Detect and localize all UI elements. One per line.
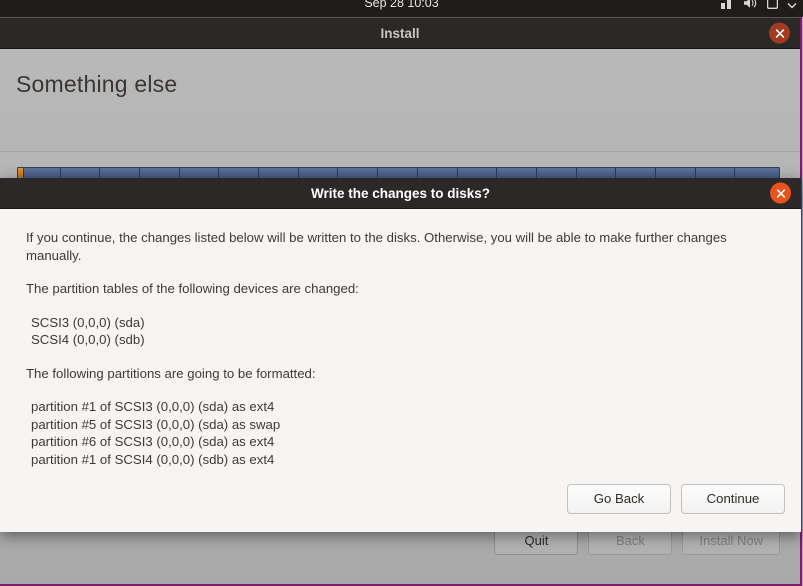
dialog-action-bar: Go Back Continue bbox=[0, 484, 801, 532]
screen: Sep 28 10:03 Install Something else Quit… bbox=[0, 0, 803, 586]
system-clock[interactable]: Sep 28 10:03 bbox=[0, 0, 803, 12]
partition-line: partition #1 of SCSI4 (0,0,0) (sdb) as e… bbox=[31, 451, 275, 467]
tables-heading: The partition tables of the following de… bbox=[26, 281, 359, 296]
dialog-title: Write the changes to disks? bbox=[310, 186, 491, 201]
dialog-body: If you continue, the changes listed belo… bbox=[0, 209, 801, 468]
continue-button[interactable]: Continue bbox=[681, 484, 785, 514]
device-line: SCSI4 (0,0,0) (sdb) bbox=[31, 332, 145, 347]
install-titlebar: Install bbox=[0, 17, 800, 49]
volume-icon[interactable] bbox=[743, 0, 758, 14]
go-back-button[interactable]: Go Back bbox=[567, 484, 671, 514]
dialog-intro-text: If you continue, the changes listed belo… bbox=[26, 230, 727, 263]
dialog-close-button[interactable] bbox=[770, 182, 791, 204]
system-tray bbox=[721, 0, 797, 13]
partition-line: partition #6 of SCSI3 (0,0,0) (sda) as e… bbox=[31, 434, 275, 449]
partition-line: partition #5 of SCSI3 (0,0,0) (sda) as s… bbox=[31, 416, 281, 432]
header-divider bbox=[0, 151, 800, 152]
chevron-down-icon[interactable] bbox=[787, 0, 797, 14]
formatted-partitions-block: The following partitions are going to be… bbox=[26, 365, 775, 469]
changed-partition-tables-block: The partition tables of the following de… bbox=[26, 280, 775, 349]
format-heading: The following partitions are going to be… bbox=[26, 365, 316, 381]
install-window-title: Install bbox=[380, 26, 420, 41]
network-icon[interactable] bbox=[721, 0, 734, 14]
battery-icon[interactable] bbox=[766, 0, 779, 14]
write-changes-dialog: Write the changes to disks? If you conti… bbox=[0, 178, 802, 532]
install-window-close-button[interactable] bbox=[769, 22, 790, 44]
partition-line: partition #1 of SCSI3 (0,0,0) (sda) as e… bbox=[31, 399, 275, 414]
device-line: SCSI3 (0,0,0) (sda) bbox=[31, 314, 145, 330]
system-top-bar: Sep 28 10:03 bbox=[0, 0, 803, 17]
dialog-titlebar: Write the changes to disks? bbox=[0, 178, 801, 209]
page-title: Something else bbox=[16, 71, 178, 97]
